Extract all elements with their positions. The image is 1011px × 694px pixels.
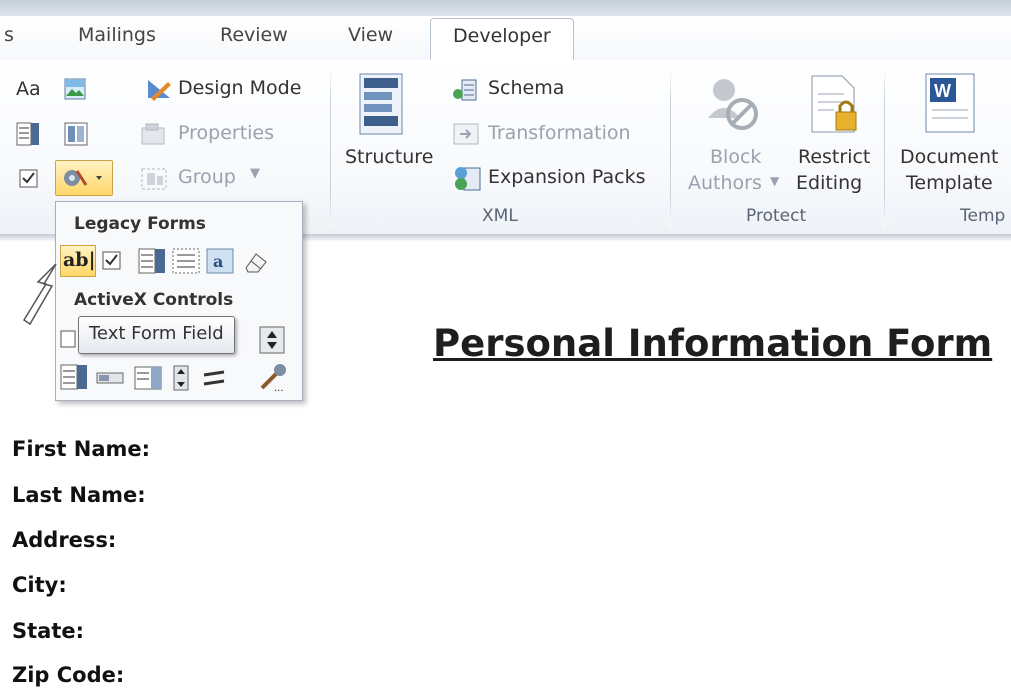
more-controls-icon[interactable]: ...: [258, 362, 288, 392]
transformation-button[interactable]: Transformation: [488, 122, 631, 144]
group-separator: [670, 68, 671, 228]
legacy-forms-heading: Legacy Forms: [74, 214, 206, 234]
checkbox-content-control-icon[interactable]: [18, 168, 40, 190]
building-block-gallery-icon[interactable]: [64, 122, 88, 146]
ribbon-tab-bar: s Mailings Review View Developer: [0, 16, 1011, 61]
group-button[interactable]: Group: [178, 166, 236, 188]
block-authors-label-1[interactable]: Block: [710, 146, 761, 168]
legacy-tools-button[interactable]: [55, 160, 113, 196]
document-template-label-1[interactable]: Document: [900, 146, 998, 168]
structure-button[interactable]: Structure: [345, 146, 433, 168]
structure-icon: [359, 73, 403, 135]
design-mode-icon: [148, 80, 171, 101]
activex-spin-horizontal-icon[interactable]: [202, 366, 226, 390]
tab-mailings[interactable]: Mailings: [78, 24, 156, 46]
document-template-label-2[interactable]: Template: [906, 172, 993, 194]
properties-button[interactable]: Properties: [178, 122, 274, 144]
expansion-packs-icon: [455, 167, 481, 191]
document-title: Personal Information Form: [433, 322, 993, 365]
block-authors-dropdown-icon[interactable]: ▼: [770, 174, 779, 188]
tab-developer[interactable]: Developer: [430, 18, 574, 60]
group-separator: [330, 68, 331, 228]
text-form-field-tooltip: Text Form Field: [78, 316, 235, 354]
design-mode-button[interactable]: Design Mode: [178, 77, 301, 99]
legacy-tools-dropdown: Legacy Forms ab| a ActiveX Controls ...: [55, 201, 303, 401]
insert-frame-icon[interactable]: [172, 248, 200, 274]
activex-spin-button-icon[interactable]: [259, 326, 285, 354]
field-label-address: Address:: [12, 528, 117, 552]
templates-group-label: Temp: [960, 206, 1006, 226]
text-form-field-icon: ab|: [63, 249, 96, 271]
properties-icon: [141, 123, 165, 145]
mouse-pointer-icon: [22, 263, 57, 326]
check-box-form-field-icon[interactable]: [101, 250, 123, 272]
svg-text:...: ...: [274, 383, 284, 392]
svg-text:a: a: [213, 252, 223, 271]
restrict-editing-label-1[interactable]: Restrict: [798, 146, 870, 168]
protect-group-label: Protect: [746, 206, 807, 226]
block-authors-label-2[interactable]: Authors: [688, 172, 762, 194]
text-form-field-button[interactable]: ab|: [60, 245, 96, 277]
field-label-state: State:: [12, 619, 85, 643]
picture-content-control-icon[interactable]: [64, 78, 86, 100]
window-top-strip: [0, 0, 1011, 16]
form-field-shading-icon[interactable]: a: [206, 248, 234, 274]
expansion-packs-button[interactable]: Expansion Packs: [488, 166, 645, 188]
field-label-zip-code: Zip Code:: [12, 663, 125, 687]
activex-combo-box-icon[interactable]: [60, 364, 88, 390]
activex-toggle-icon[interactable]: [170, 364, 192, 392]
restrict-editing-label-2[interactable]: Editing: [796, 172, 862, 194]
field-label-first-name: First Name:: [12, 437, 151, 461]
activex-controls-heading: ActiveX Controls: [74, 290, 234, 310]
group-separator: [884, 68, 885, 228]
field-label-city: City:: [12, 573, 67, 597]
tab-review[interactable]: Review: [220, 24, 288, 46]
tab-view[interactable]: View: [348, 24, 393, 46]
svg-text:W: W: [934, 81, 951, 101]
group-dropdown-icon[interactable]: ▼: [250, 166, 260, 181]
tab-partial[interactable]: s: [4, 24, 14, 46]
group-icon: [141, 168, 167, 190]
reset-form-fields-icon[interactable]: [242, 248, 270, 274]
restrict-editing-icon: [811, 75, 857, 133]
combo-box-content-control-icon[interactable]: [16, 122, 40, 146]
drop-down-form-field-icon[interactable]: [138, 248, 166, 274]
schema-button[interactable]: Schema: [488, 77, 564, 99]
document-template-icon: W: [925, 73, 975, 133]
activex-scroll-bar-icon[interactable]: [96, 368, 124, 388]
xml-group-label: XML: [482, 206, 518, 226]
block-authors-icon: [708, 79, 758, 130]
rich-text-content-control[interactable]: Aa: [16, 78, 41, 100]
activex-list-box-icon[interactable]: [134, 366, 162, 390]
legacy-tools-icon: [64, 170, 102, 186]
field-label-last-name: Last Name:: [12, 483, 146, 507]
transformation-icon: [453, 123, 479, 145]
schema-icon: [453, 79, 477, 101]
